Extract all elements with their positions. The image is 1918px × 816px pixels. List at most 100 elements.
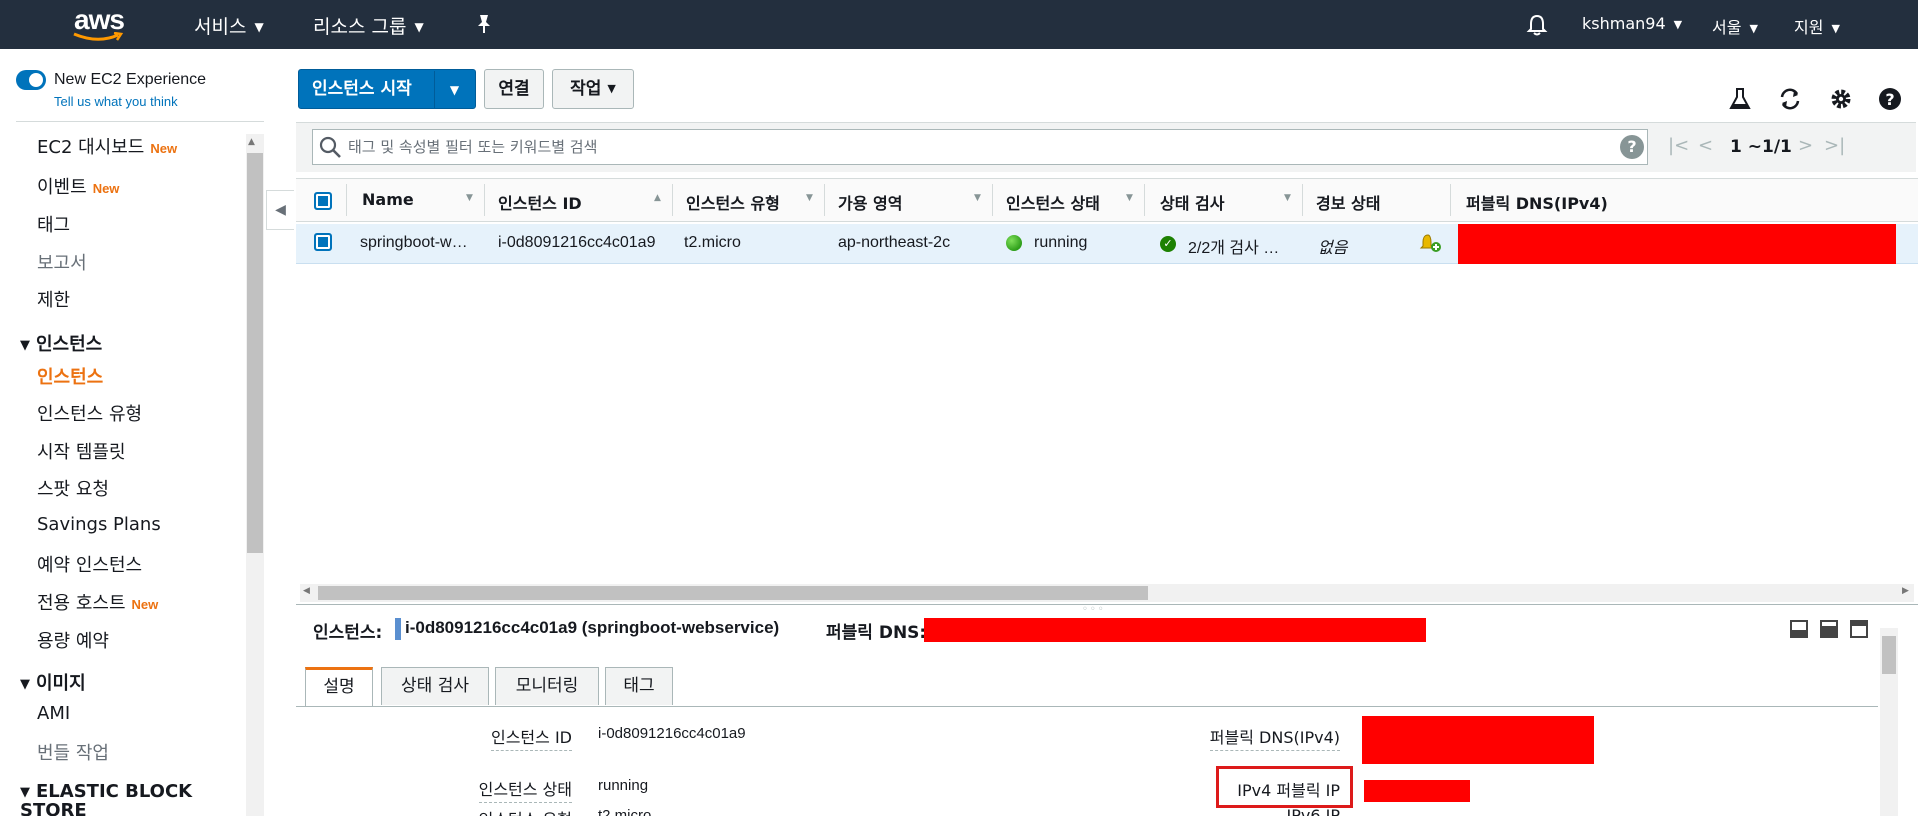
column-divider xyxy=(1302,184,1303,216)
column-divider xyxy=(1144,184,1145,216)
detail-pane-border xyxy=(296,604,1918,605)
pane-full-icon[interactable] xyxy=(1850,620,1868,638)
pin-icon[interactable] xyxy=(474,13,494,35)
column-header-instance-state[interactable]: 인스턴스 상태 xyxy=(1006,190,1100,214)
sort-caret-icon[interactable]: ▼ xyxy=(806,193,813,203)
cell-name: springboot-w… xyxy=(360,234,468,251)
search-icon xyxy=(319,136,341,158)
sort-caret-icon[interactable]: ▼ xyxy=(1126,193,1133,203)
scroll-up-icon[interactable]: ▲ xyxy=(248,137,255,147)
column-header-instance-id[interactable]: 인스턴스 ID xyxy=(498,190,582,214)
sidebar-item-events[interactable]: 이벤트 New xyxy=(37,173,119,199)
cell-alarm-status: 없음 xyxy=(1318,238,1348,257)
region-menu[interactable]: 서울 ▼ xyxy=(1712,14,1758,38)
sidebar-item-savings-plans[interactable]: Savings Plans xyxy=(37,514,161,535)
column-divider xyxy=(1450,184,1451,216)
chevron-down-icon: ▼ xyxy=(254,20,264,34)
column-header-alarm-status[interactable]: 경보 상태 xyxy=(1316,190,1380,214)
next-page-icon[interactable]: > xyxy=(1798,135,1813,156)
tab-monitoring[interactable]: 모니터링 xyxy=(495,667,599,705)
column-header-instance-type[interactable]: 인스턴스 유형 xyxy=(686,190,780,214)
support-label: 지원 xyxy=(1794,18,1824,37)
sidebar-item-dashboard[interactable]: EC2 대시보드 New xyxy=(37,133,177,159)
sidebar-item-reserved-instances[interactable]: 예약 인스턴스 xyxy=(37,551,142,577)
gear-icon[interactable] xyxy=(1828,86,1854,112)
sidebar-collapse-handle[interactable]: ◀ xyxy=(266,190,294,230)
new-experience-toggle[interactable] xyxy=(16,70,46,90)
launch-dropdown-toggle[interactable]: ▼ xyxy=(434,71,474,109)
column-header-public-dns[interactable]: 퍼블릭 DNS(IPv4) xyxy=(1466,190,1608,214)
tab-description[interactable]: 설명 xyxy=(305,667,373,707)
sidebar-item-dedicated-hosts[interactable]: 전용 호스트 New xyxy=(37,589,158,615)
row-checkbox[interactable] xyxy=(314,233,332,251)
pane-bottom-icon[interactable] xyxy=(1790,620,1808,638)
services-menu[interactable]: 서비스 ▼ xyxy=(194,12,264,39)
value-instance-id: i-0d8091216cc4c01a9 xyxy=(598,725,746,742)
new-badge: New xyxy=(150,141,178,156)
select-all-checkbox[interactable] xyxy=(314,192,332,210)
sidebar-item-bundle-tasks[interactable]: 번들 작업 xyxy=(37,739,109,765)
scroll-left-icon[interactable]: ◀ xyxy=(303,586,310,596)
chevron-down-icon: ▼ xyxy=(607,82,616,95)
last-page-icon[interactable]: >| xyxy=(1824,135,1845,156)
sidebar-item-spot-requests[interactable]: 스팟 요청 xyxy=(37,475,109,501)
column-header-name[interactable]: Name xyxy=(362,190,414,209)
actions-label: 작업 xyxy=(570,79,602,99)
label-public-dns: 퍼블릭 DNS(IPv4) xyxy=(1209,724,1340,751)
sidebar-item-instances[interactable]: 인스턴스 xyxy=(37,363,103,389)
feedback-link[interactable]: Tell us what you think xyxy=(54,94,178,109)
redacted-ipv4-value xyxy=(1364,780,1470,802)
resource-groups-menu[interactable]: 리소스 그룹 ▼ xyxy=(313,12,424,39)
sidebar-section-ebs[interactable]: ▼ ELASTIC BLOCK STORE xyxy=(20,783,220,816)
tab-status-checks[interactable]: 상태 검사 xyxy=(381,667,489,705)
search-input[interactable] xyxy=(348,131,1588,163)
table-horizontal-scrollbar-thumb[interactable] xyxy=(318,586,1148,600)
scroll-right-icon[interactable]: ▶ xyxy=(1902,586,1909,596)
column-divider xyxy=(824,184,825,216)
sort-ascending-icon[interactable]: ▲ xyxy=(654,193,661,203)
sidebar-item-limits[interactable]: 제한 xyxy=(37,286,70,312)
sidebar-item-reports[interactable]: 보고서 xyxy=(37,249,87,275)
sidebar-item-launch-templates[interactable]: 시작 템플릿 xyxy=(37,438,126,464)
cell-status-check: 2/2개 검사 … xyxy=(1188,240,1280,257)
sidebar-item-ami[interactable]: AMI xyxy=(37,703,70,724)
pane-resize-handle[interactable]: ◦◦◦ xyxy=(1082,604,1106,615)
cell-instance-id: i-0d8091216cc4c01a9 xyxy=(498,234,656,251)
detail-vertical-scrollbar-thumb[interactable] xyxy=(1882,636,1896,674)
user-menu[interactable]: kshman94 ▼ xyxy=(1582,14,1682,33)
bell-icon[interactable] xyxy=(1526,13,1548,37)
launch-instance-label: 인스턴스 시작 xyxy=(312,79,412,99)
services-label: 서비스 xyxy=(194,16,247,38)
sidebar-section-instances[interactable]: ▼ 인스턴스 xyxy=(20,330,102,356)
caret-down-icon: ▼ xyxy=(20,677,30,692)
label-instance-state: 인스턴스 상태 xyxy=(478,776,572,803)
label-instance-type: 인스턴스 유형 xyxy=(479,806,572,816)
column-header-status-check[interactable]: 상태 검사 xyxy=(1160,190,1224,214)
search-help-icon[interactable]: ? xyxy=(1620,135,1644,159)
sidebar-section-images[interactable]: ▼ 이미지 xyxy=(20,669,86,695)
beaker-icon[interactable] xyxy=(1727,86,1753,112)
first-page-icon[interactable]: |< xyxy=(1668,135,1689,156)
actions-button[interactable]: 작업 ▼ xyxy=(552,69,634,109)
sort-caret-icon[interactable]: ▼ xyxy=(1284,193,1291,203)
prev-page-icon[interactable]: < xyxy=(1698,135,1713,156)
pane-half-icon[interactable] xyxy=(1820,620,1838,638)
sidebar-item-instance-types[interactable]: 인스턴스 유형 xyxy=(37,400,142,426)
detail-dns-label: 퍼블릭 DNS: xyxy=(826,623,927,643)
sidebar-item-tags[interactable]: 태그 xyxy=(37,211,70,237)
aws-logo[interactable]: aws xyxy=(72,4,128,44)
support-menu[interactable]: 지원 ▼ xyxy=(1794,14,1840,38)
sidebar-item-capacity-reservations[interactable]: 용량 예약 xyxy=(37,627,109,653)
sidebar-divider xyxy=(16,121,264,122)
connect-button[interactable]: 연결 xyxy=(484,69,544,109)
tab-tags[interactable]: 태그 xyxy=(605,667,673,705)
sidebar-scrollbar-thumb[interactable] xyxy=(247,153,263,553)
sort-caret-icon[interactable]: ▼ xyxy=(974,193,981,203)
alarm-bell-icon[interactable] xyxy=(1418,230,1442,254)
sort-caret-icon[interactable]: ▼ xyxy=(466,193,473,203)
column-header-availability-zone[interactable]: 가용 영역 xyxy=(838,190,902,214)
new-badge: New xyxy=(92,181,120,196)
help-circle-icon[interactable]: ? xyxy=(1877,86,1903,112)
refresh-icon[interactable] xyxy=(1777,86,1803,112)
value-instance-type: t2.micro xyxy=(598,807,652,816)
